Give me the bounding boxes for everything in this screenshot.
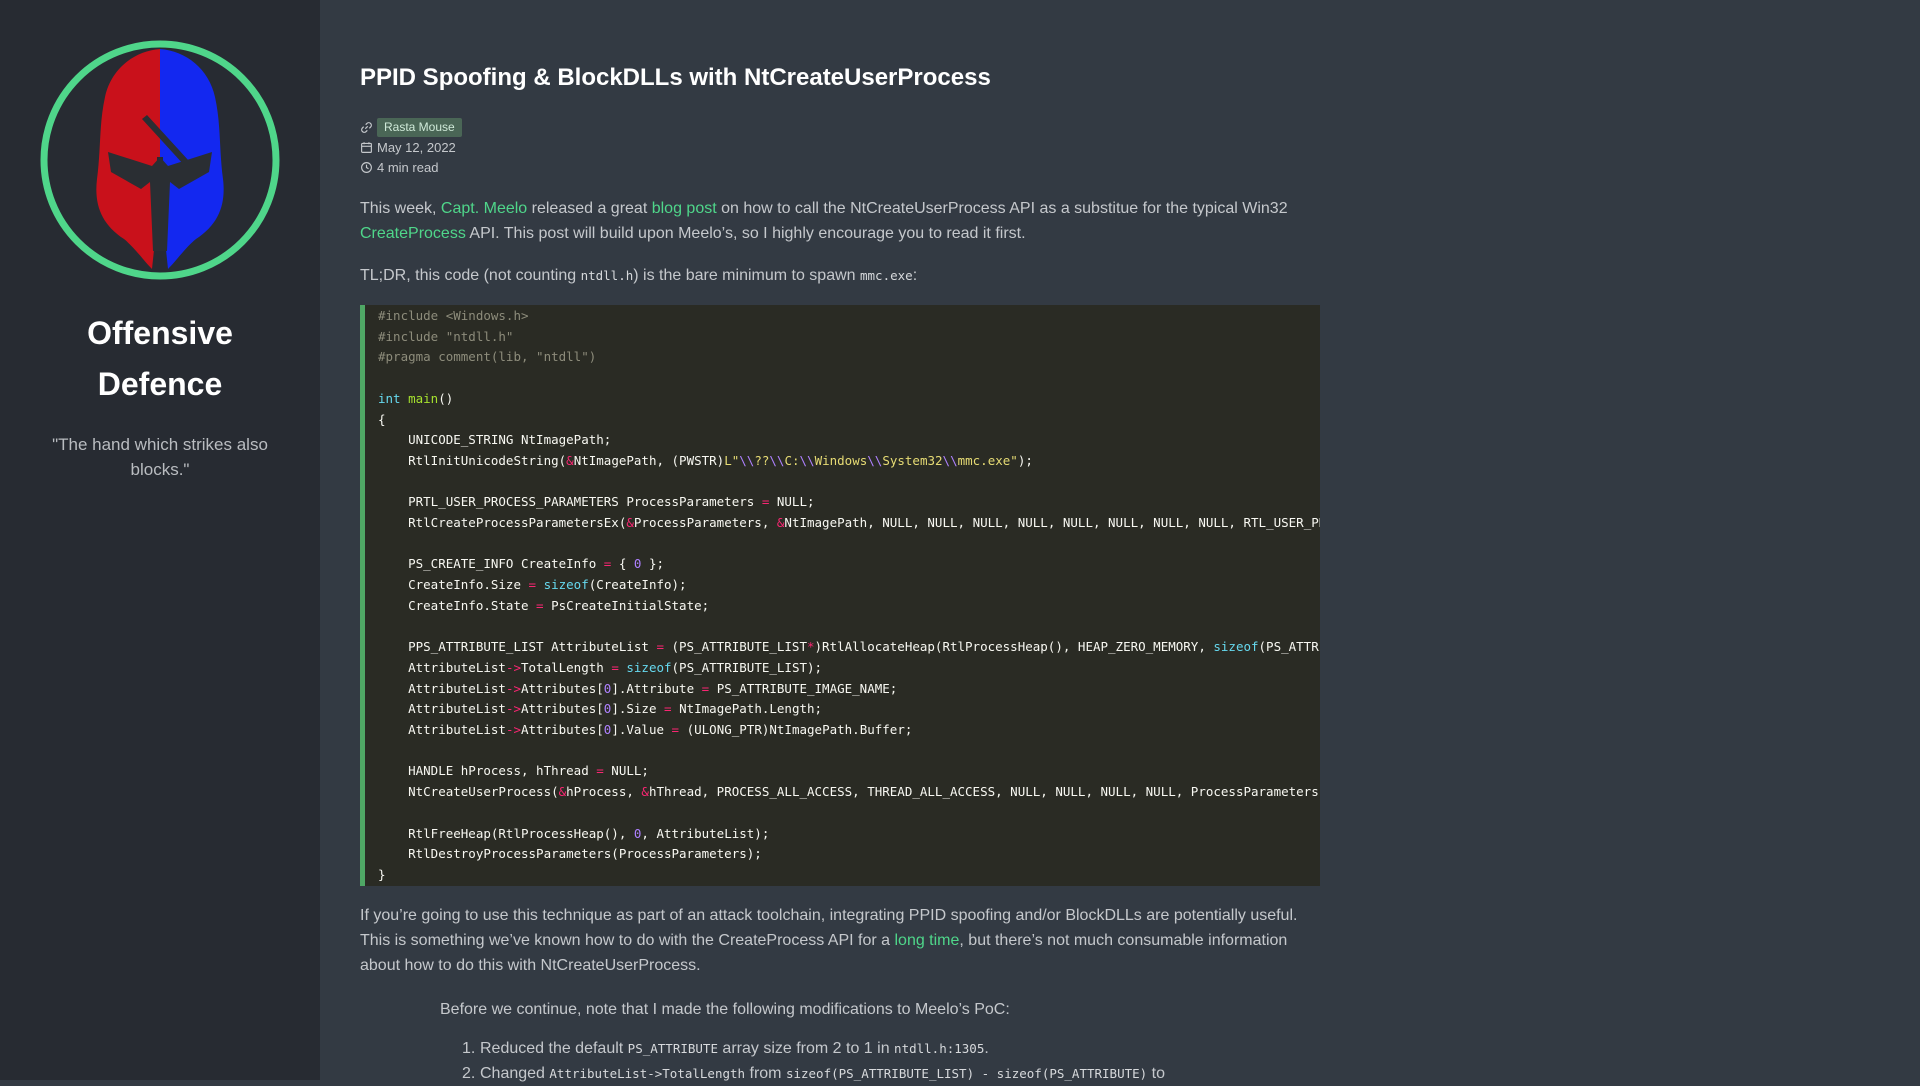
site-title[interactable]: Offensive Defence (0, 308, 320, 410)
clock-icon (361, 162, 372, 173)
link-icon (361, 122, 372, 133)
author-tag[interactable]: Rasta Mouse (377, 118, 462, 137)
site-title-line1: Offensive (87, 315, 233, 351)
intro-paragraph: This week, Capt. Meelo released a great … (360, 200, 1288, 242)
post-title: PPID Spoofing & BlockDLLs with NtCreateU… (360, 64, 991, 91)
modifications-list: 1. Reduced the default PS_ATTRIBUTE array… (462, 1036, 1320, 1086)
note-paragraph: Before we continue, note that I made the… (440, 1001, 1010, 1018)
meta-author: Rasta Mouse (360, 118, 462, 137)
site-tagline: "The hand which strikes also blocks." (52, 435, 268, 479)
list-item: 1. Reduced the default PS_ATTRIBUTE array… (462, 1040, 989, 1057)
link-long-time[interactable]: long time (894, 932, 959, 949)
post-date: May 12, 2022 (377, 140, 456, 155)
sidebar: Offensive Defence "The hand which strike… (0, 0, 320, 1080)
inline-code: mmc.exe (860, 268, 913, 283)
link-capt-meelo[interactable]: Capt. Meelo (441, 200, 527, 217)
inline-code: ntdll.h (580, 268, 634, 283)
code-content: #include <Windows.h> #include "ntdll.h" … (378, 308, 1320, 882)
site-logo[interactable] (39, 39, 281, 281)
list-item: 2. Changed AttributeList->TotalLength fro… (462, 1065, 1165, 1082)
link-createprocess[interactable]: CreateProcess (360, 225, 466, 242)
inline-code: AttributeList->TotalLength (549, 1066, 746, 1081)
calendar-icon (361, 142, 372, 153)
meta-read-time: 4 min read (360, 160, 438, 175)
inline-code: PS_ATTRIBUTE (627, 1041, 718, 1056)
link-blog-post[interactable]: blog post (652, 200, 717, 217)
inline-code: sizeof(PS_ATTRIBUTE_LIST) - sizeof(PS_AT… (785, 1066, 1148, 1081)
site-title-line2: Defence (97, 366, 223, 402)
meta-date: May 12, 2022 (360, 140, 456, 155)
inline-code: ntdll.h:1305 (894, 1041, 985, 1056)
read-time: 4 min read (377, 160, 439, 175)
code-block[interactable]: #include <Windows.h> #include "ntdll.h" … (360, 305, 1320, 886)
tldr-paragraph: TL;DR, this code (not counting ntdll.h) … (360, 267, 918, 284)
toolchain-paragraph: If you’re going to use this technique as… (360, 907, 1298, 974)
